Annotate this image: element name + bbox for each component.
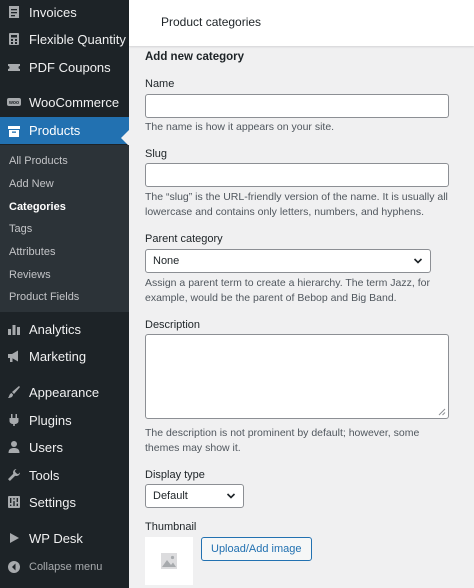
menu-item-label: Flexible Quantity [29, 31, 126, 47]
submenu-attributes[interactable]: Attributes [9, 246, 55, 258]
active-menu-pointer [121, 130, 129, 146]
submenu-tags[interactable]: Tags [9, 223, 32, 235]
menu-item-appearance[interactable]: Appearance [0, 377, 129, 407]
display-type-value: Default [153, 490, 188, 502]
collapse-menu-label: Collapse menu [29, 561, 103, 573]
menu-item-label: Users [29, 439, 63, 455]
woocommerce-icon: woo [7, 95, 21, 109]
menu-item-marketing[interactable]: Marketing [0, 341, 129, 371]
submenu-product-fields[interactable]: Product Fields [9, 291, 79, 303]
menu-item-label: Settings [29, 494, 76, 510]
parent-category-label: Parent category [145, 233, 223, 245]
menu-item-flexible-quantity[interactable]: Flexible Quantity [0, 24, 129, 54]
slug-help: The “slug” is the URL-friendly version o… [145, 191, 448, 218]
menu-item-woocommerce[interactable]: woo WooCommerce [0, 87, 129, 117]
collapse-icon [7, 560, 21, 574]
menu-item-wp-desk[interactable]: WP Desk [0, 523, 129, 553]
invoice-icon [7, 5, 21, 19]
menu-item-label: Tools [29, 467, 60, 483]
parent-category-select[interactable]: None [145, 249, 431, 273]
form-heading: Add new category [145, 51, 245, 63]
menu-item-label: WooCommerce [29, 94, 120, 110]
name-input[interactable] [145, 94, 449, 118]
admin-sidebar: Invoices Flexible Quantity PDF Coupons w… [0, 0, 129, 588]
menu-item-pdf-coupons[interactable]: PDF Coupons [0, 52, 129, 82]
menu-item-invoices[interactable]: Invoices [0, 0, 129, 27]
calculator-icon [7, 32, 21, 46]
collapse-menu-button[interactable]: Collapse menu [0, 552, 129, 582]
chart-bar-icon [7, 322, 21, 336]
description-label: Description [145, 319, 201, 331]
menu-item-settings[interactable]: Settings [0, 487, 129, 517]
menu-item-label: Marketing [29, 348, 87, 364]
description-help: The description is not prominent by defa… [145, 427, 420, 454]
megaphone-icon [7, 349, 21, 363]
menu-item-label: Analytics [29, 321, 82, 337]
menu-item-label: Plugins [29, 412, 72, 428]
slug-label: Slug [145, 148, 168, 160]
plugin-icon [7, 413, 21, 427]
parent-category-value: None [153, 255, 180, 267]
image-placeholder-icon [161, 553, 177, 569]
submenu-all-products[interactable]: All Products [9, 155, 68, 167]
menu-item-label: Appearance [29, 384, 100, 400]
display-type-label: Display type [145, 469, 205, 481]
thumbnail-preview [145, 537, 193, 585]
menu-item-label: Products [29, 123, 81, 138]
submenu-reviews[interactable]: Reviews [9, 269, 51, 281]
menu-item-analytics[interactable]: Analytics [0, 314, 129, 344]
products-submenu: All Products Add New Categories Tags Att… [0, 145, 129, 312]
paintbrush-icon [7, 385, 21, 399]
name-help: The name is how it appears on your site. [145, 121, 335, 133]
description-textarea[interactable] [145, 334, 449, 419]
ticket-icon [7, 60, 21, 74]
svg-text:woo: woo [8, 100, 19, 106]
menu-item-users[interactable]: Users [0, 432, 129, 462]
page-header: Product categories [129, 0, 474, 46]
submenu-add-new[interactable]: Add New [9, 178, 54, 190]
chevron-down-icon [226, 493, 236, 499]
submenu-categories[interactable]: Categories [9, 201, 66, 213]
menu-item-label: PDF Coupons [29, 59, 111, 75]
page-title: Product categories [161, 15, 262, 29]
archive-icon [7, 124, 21, 138]
resize-handle-icon[interactable] [438, 408, 446, 416]
menu-item-tools[interactable]: Tools [0, 460, 129, 490]
display-type-select[interactable]: Default [145, 484, 244, 508]
chevron-down-icon [413, 258, 423, 264]
slug-input[interactable] [145, 163, 449, 187]
menu-item-plugins[interactable]: Plugins [0, 405, 129, 435]
menu-item-products[interactable]: Products [0, 117, 129, 144]
upload-image-button[interactable]: Upload/Add image [201, 537, 312, 561]
wrench-icon [7, 468, 21, 482]
name-label: Name [145, 78, 175, 90]
parent-category-help: Assign a parent term to create a hierarc… [145, 277, 430, 304]
user-icon [7, 440, 21, 454]
settings-icon [7, 495, 21, 509]
play-icon [7, 531, 21, 545]
thumbnail-label: Thumbnail [145, 521, 197, 533]
menu-item-label: WP Desk [29, 530, 83, 546]
menu-item-label: Invoices [29, 4, 77, 20]
